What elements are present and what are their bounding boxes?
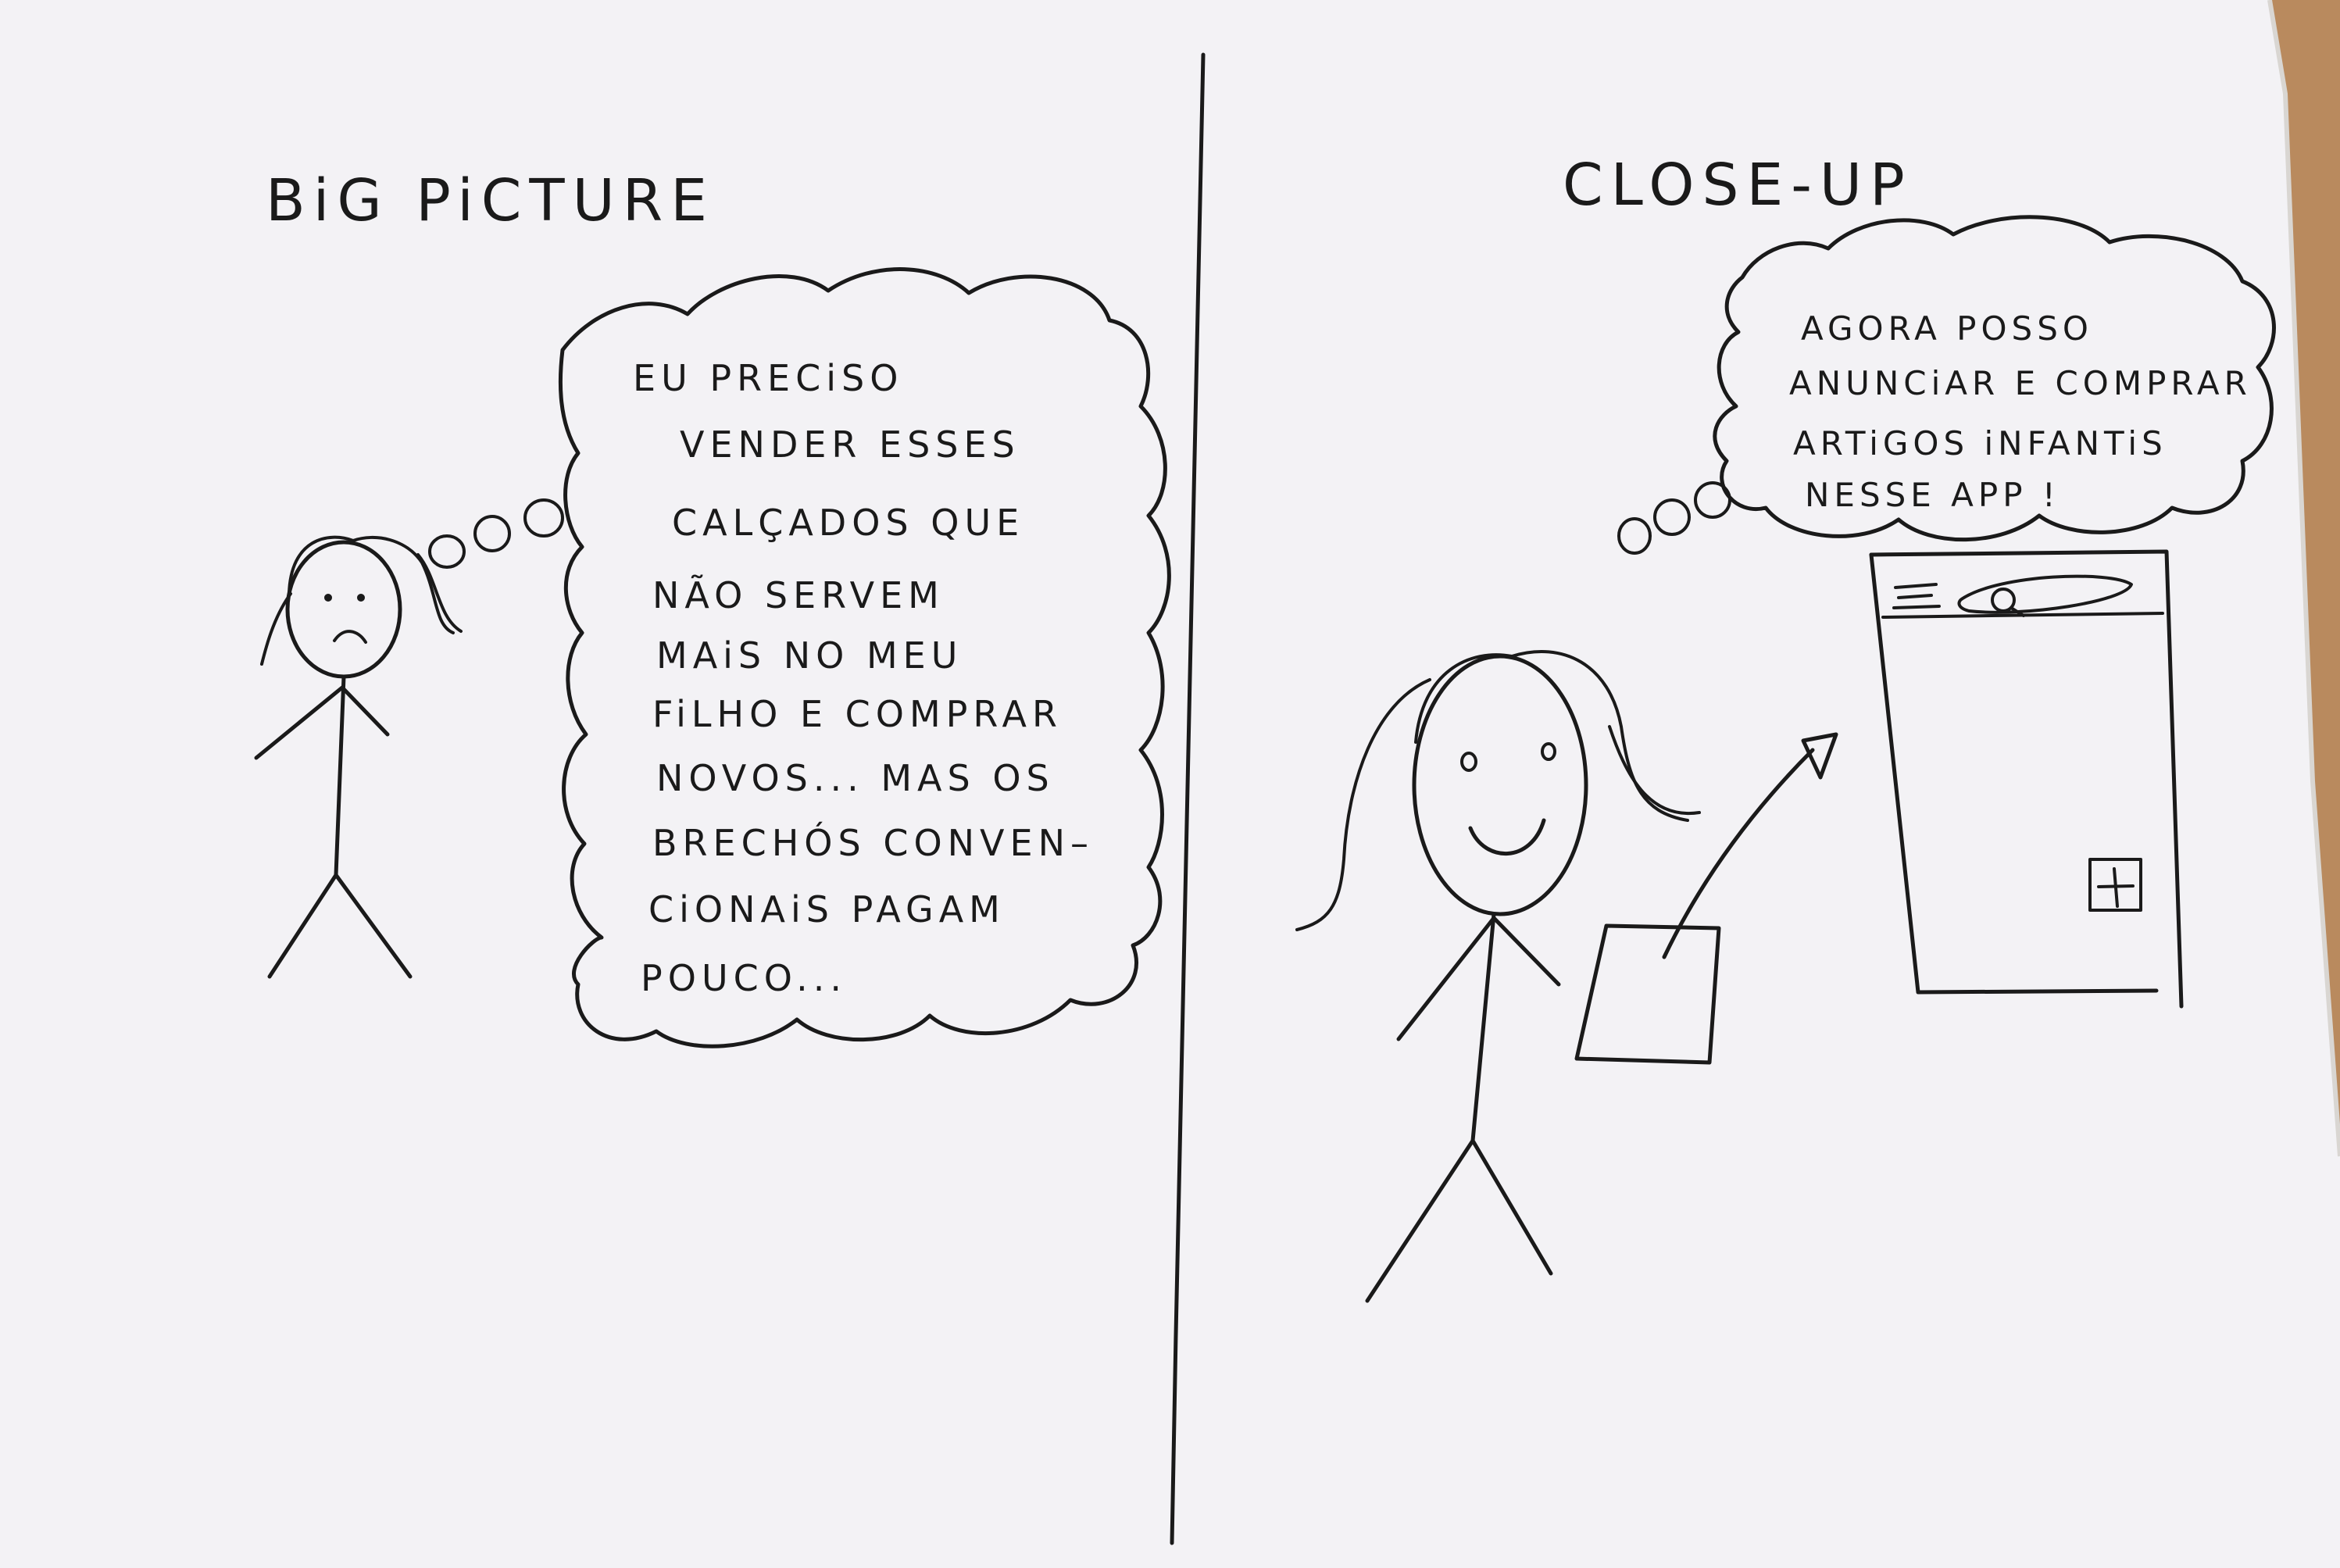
thought-line: MAiS NO MEU [656,634,963,677]
left-panel-title: BiG PiCTURE [266,167,715,234]
thought-line: ANUNCiAR E COMPRAR [1789,364,2252,402]
thought-line: ARTiGOS iNFANTiS [1793,424,2167,463]
storyboard-sketch: BiG PiCTURE EU PRECiSO VENDER ESSES CALÇ… [0,0,2340,1568]
thought-line: POUCO... [641,957,847,999]
thought-line: EU PRECiSO [633,357,903,399]
right-panel-title: CLOSE-UP [1563,152,1913,219]
thought-line: NÃO SERVEM [652,574,945,616]
thought-line: CiONAiS PAGAM [648,888,1006,930]
thought-line: AGORA POSSO [1801,309,2093,348]
thought-line: BRECHÓS CONVEN– [652,822,1094,864]
thought-line: FiLHO E COMPRAR [652,693,1063,735]
thought-line: NESSE APP ! [1805,476,2060,514]
thought-line: NOVOS... MAS OS [656,757,1055,799]
paper-sheet [0,0,2340,1568]
sketch-photo: BiG PiCTURE EU PRECiSO VENDER ESSES CALÇ… [0,0,2340,1568]
thought-line: CALÇADOS QUE [672,502,1024,544]
thought-line: VENDER ESSES [680,423,1020,466]
